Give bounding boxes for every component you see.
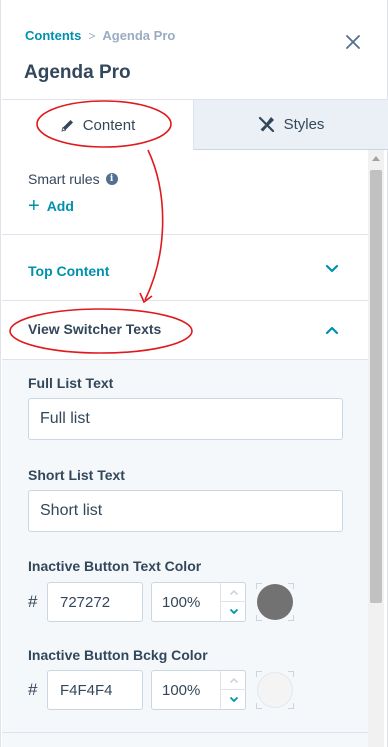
chevron-up-icon — [325, 326, 339, 335]
info-icon[interactable]: i — [105, 173, 118, 185]
full-list-label: Full List Text — [28, 375, 114, 391]
chevron-up-icon — [229, 677, 238, 683]
tab-content[interactable]: Content — [2, 100, 194, 150]
view-switcher-body: Full List Text Full list Short List Text… — [2, 360, 368, 747]
tab-styles-label: Styles — [283, 116, 325, 133]
chevron-down-icon — [229, 608, 238, 615]
content-scroll-area: Smart rules i + Add Top Content View Swi… — [2, 150, 368, 747]
inactive-bg-opacity-input[interactable]: 100% — [151, 670, 246, 710]
inactive-text-hex-input[interactable]: 727272 — [47, 582, 143, 622]
section-top-content-title: Top Content — [28, 263, 110, 279]
inactive-bg-color-row: # F4F4F4 100% — [28, 670, 328, 712]
inactive-text-color-label: Inactive Button Text Color — [28, 558, 202, 574]
hash-symbol: # — [28, 592, 38, 611]
breadcrumb-parent-link[interactable]: Contents — [25, 28, 81, 43]
close-icon — [346, 35, 360, 49]
scrollbar[interactable] — [368, 150, 384, 747]
smart-rules-heading: Smart rules i — [28, 171, 118, 187]
hash-symbol: # — [28, 680, 38, 699]
color-swatch[interactable] — [256, 583, 294, 621]
stepper-down-button[interactable] — [221, 690, 246, 709]
inactive-bg-hex-input[interactable]: F4F4F4 — [47, 670, 143, 710]
plus-icon: + — [28, 195, 40, 217]
editor-panel: Contents > Agenda Pro Agenda Pro Content — [0, 0, 388, 747]
inactive-text-color-row: # 727272 100% — [28, 582, 328, 624]
panel-header: Contents > Agenda Pro Agenda Pro — [2, 0, 388, 100]
breadcrumb-separator: > — [88, 28, 96, 43]
page-title: Agenda Pro — [24, 62, 131, 83]
short-list-input[interactable]: Short list — [28, 490, 343, 532]
section-view-switcher-title: View Switcher Texts — [28, 321, 162, 337]
chevron-up-icon — [229, 589, 238, 595]
full-list-input[interactable]: Full list — [28, 398, 343, 440]
section-top-content[interactable]: Top Content — [2, 235, 368, 301]
smart-rules-section: Smart rules i + Add — [2, 150, 368, 235]
chevron-down-icon — [229, 696, 238, 703]
stepper-down-button[interactable] — [221, 602, 246, 621]
opacity-stepper — [220, 583, 246, 621]
pencil-icon — [61, 119, 73, 132]
short-list-label: Short List Text — [28, 467, 125, 483]
opacity-stepper — [220, 671, 246, 709]
section-divider — [2, 732, 368, 733]
add-smart-rule-button[interactable]: + Add — [28, 195, 74, 217]
inactive-bg-color-label: Inactive Button Bckg Color — [28, 647, 208, 663]
tab-styles[interactable]: Styles — [194, 100, 388, 150]
tab-content-label: Content — [82, 116, 136, 134]
brush-icon — [258, 116, 274, 133]
breadcrumb: Contents > Agenda Pro — [25, 28, 175, 43]
scrollbar-thumb[interactable] — [370, 170, 382, 603]
section-view-switcher[interactable]: View Switcher Texts — [2, 301, 368, 360]
color-swatch[interactable] — [256, 671, 294, 709]
stepper-up-button[interactable] — [221, 583, 246, 602]
chevron-down-icon — [325, 264, 339, 273]
inactive-text-opacity-value: 100% — [162, 593, 201, 611]
add-label: Add — [46, 198, 74, 214]
inactive-bg-opacity-value: 100% — [162, 681, 201, 699]
tab-bar: Content Styles — [2, 100, 388, 150]
scroll-up-arrow-icon[interactable] — [372, 156, 380, 161]
breadcrumb-current: Agenda Pro — [102, 28, 176, 43]
stepper-up-button[interactable] — [221, 671, 246, 690]
close-button[interactable] — [342, 31, 364, 53]
inactive-text-opacity-input[interactable]: 100% — [151, 582, 246, 622]
smart-rules-label: Smart rules — [28, 171, 100, 187]
